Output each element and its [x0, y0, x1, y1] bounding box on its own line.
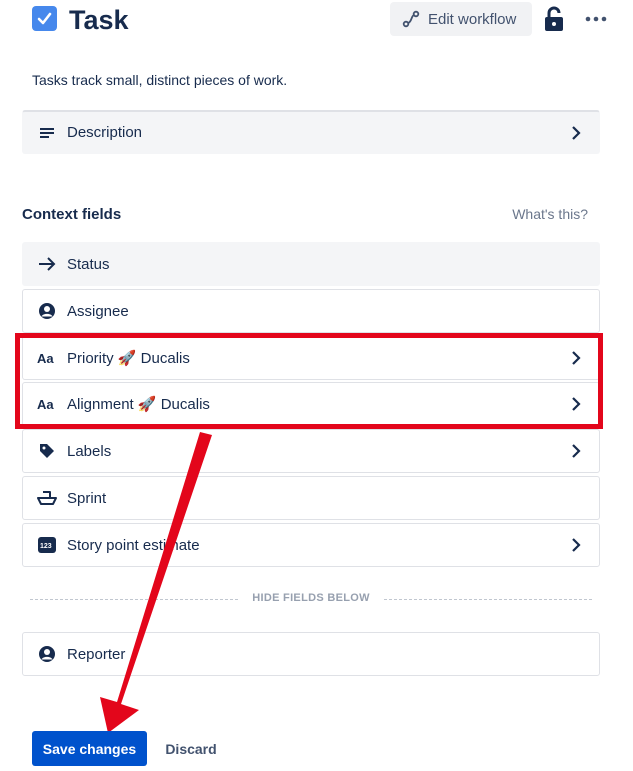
user-avatar-icon: [37, 301, 57, 321]
svg-text:123: 123: [40, 543, 52, 550]
tag-icon: [37, 441, 57, 461]
field-row-status[interactable]: Status: [22, 242, 600, 286]
page-title: Task: [69, 5, 129, 35]
field-label: Labels: [67, 442, 112, 460]
save-changes-button[interactable]: Save changes: [32, 731, 147, 766]
field-label: Assignee: [67, 302, 129, 320]
field-label: Reporter: [67, 645, 126, 663]
field-row-description[interactable]: Description: [22, 110, 600, 154]
unlock-icon: [545, 6, 563, 31]
ship-icon: [37, 488, 57, 508]
workflow-icon: [402, 10, 420, 28]
field-row-assignee[interactable]: Assignee: [22, 289, 600, 333]
text-lines-icon: [37, 123, 57, 143]
field-row-sprint[interactable]: Sprint: [22, 476, 600, 520]
field-row-story-points[interactable]: 123 Story point estimate: [22, 523, 600, 567]
context-fields-title: Context fields: [22, 206, 122, 223]
chevron-right-icon: [572, 538, 581, 552]
field-label: Description: [67, 124, 143, 141]
issue-type-config-page: Task Edit workflow Tasks track small, di…: [0, 0, 633, 771]
edit-workflow-label: Edit workflow: [428, 10, 517, 28]
field-row-reporter[interactable]: Reporter: [22, 632, 600, 676]
edit-workflow-button[interactable]: Edit workflow: [390, 2, 532, 36]
hide-fields-divider-label: HIDE FIELDS BELOW: [22, 592, 600, 604]
field-label: Status: [67, 255, 110, 273]
header: Task Edit workflow: [0, 0, 633, 44]
arrow-right-icon: [37, 254, 57, 274]
chevron-right-icon: [572, 126, 581, 140]
issue-type-description: Tasks track small, distinct pieces of wo…: [32, 72, 288, 88]
task-checkbox-icon: [32, 6, 57, 31]
discard-button[interactable]: Discard: [157, 731, 225, 766]
whats-this-link[interactable]: What's this?: [512, 206, 588, 222]
more-options-button[interactable]: [578, 3, 614, 35]
user-avatar-icon: [37, 644, 57, 664]
field-label: Sprint: [67, 489, 107, 507]
highlight-box: [15, 333, 603, 429]
number-123-icon: 123: [37, 535, 57, 555]
field-label: Story point estimate: [67, 536, 200, 554]
chevron-right-icon: [572, 444, 581, 458]
field-row-labels[interactable]: Labels: [22, 429, 600, 473]
unlock-button[interactable]: [541, 3, 567, 35]
more-icon: [585, 16, 607, 22]
